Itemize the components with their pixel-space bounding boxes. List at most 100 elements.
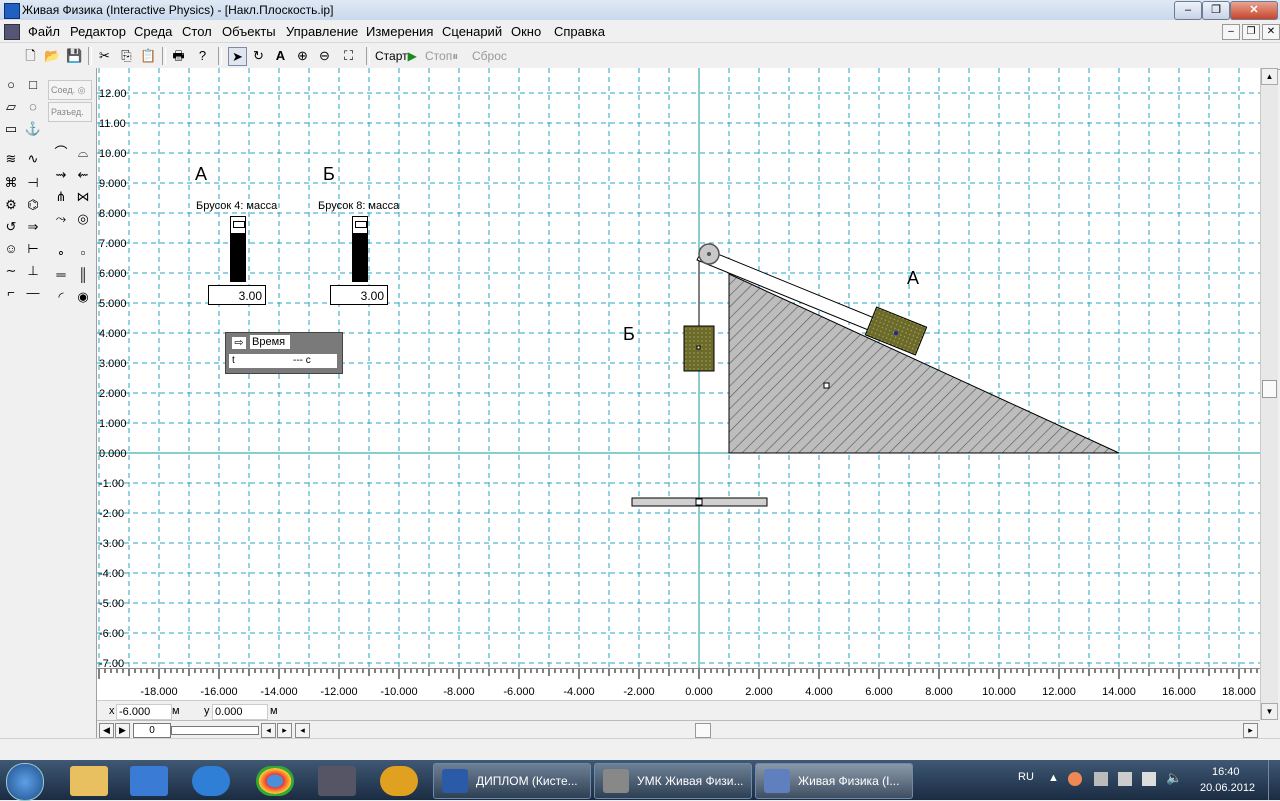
taskbar-button-umk[interactable]: УМК Живая Физи...	[594, 763, 752, 799]
horizontal-slot-icon[interactable]: ═	[52, 266, 70, 284]
torque-icon[interactable]: ↺	[2, 218, 20, 236]
rotate-icon[interactable]: ↻	[250, 47, 267, 64]
time-meter[interactable]: ⇨ Время t --- с	[225, 332, 343, 374]
simulation-workspace[interactable]: 12.00 11.00 10.00 9.000 8.000 7.000 6.000 5.000…	[97, 68, 1260, 668]
taskbar-button-live-physics[interactable]: Живая Физика (I...	[755, 763, 913, 799]
tray-expand-icon[interactable]: ▲	[1048, 772, 1059, 784]
app-icon[interactable]	[4, 3, 20, 19]
mdi-restore-button[interactable]: ❐	[1242, 24, 1260, 40]
vertical-slot-icon[interactable]: ║	[74, 266, 92, 284]
stop-button[interactable]: Стоп⏸	[425, 49, 458, 64]
taskbar-button-diploma[interactable]: ДИПЛОМ (Кисте...	[433, 763, 591, 799]
meter-a-bar[interactable]	[230, 216, 246, 282]
motor-curve-icon[interactable]: ⇜	[74, 166, 92, 184]
motor-icon[interactable]: ⌬	[24, 196, 42, 214]
meter-a-value[interactable]: 3.00	[208, 285, 266, 305]
help-icon[interactable]: ?	[194, 47, 211, 64]
media-player-icon[interactable]	[130, 766, 168, 796]
rectangle-tool-icon[interactable]: □	[24, 76, 42, 94]
text-tool-icon[interactable]: A	[272, 47, 289, 64]
join-button[interactable]: Соед. ◎	[48, 80, 92, 100]
circle-tool-icon[interactable]: ○	[2, 76, 20, 94]
save-icon[interactable]: 💾	[66, 47, 83, 64]
language-indicator[interactable]: RU	[1018, 771, 1034, 783]
fast-forward-icon[interactable]: ▸	[277, 723, 292, 738]
curved-slot-icon[interactable]: ⌐	[2, 284, 20, 302]
copy-icon[interactable]: ⎘	[118, 47, 135, 64]
paste-icon[interactable]: 📋	[140, 47, 157, 64]
joint-icon[interactable]: ⋈	[74, 188, 92, 206]
vertical-scrollbar[interactable]: ▲ ▼	[1260, 68, 1278, 720]
gear-icon[interactable]: ⚙	[2, 196, 20, 214]
scroll-left-icon[interactable]: ◂	[295, 723, 310, 738]
mdi-minimize-button[interactable]: –	[1222, 24, 1240, 40]
open-folder-icon[interactable]: 📂	[44, 47, 61, 64]
force-arrow-icon[interactable]: ⇒	[24, 218, 42, 236]
menu-window[interactable]: Окно	[511, 24, 541, 39]
app-triangle-icon[interactable]	[380, 766, 418, 796]
menu-file[interactable]: Файл	[28, 24, 60, 39]
tray-network-icon[interactable]	[1142, 772, 1156, 786]
point-icon[interactable]: ∘	[52, 244, 70, 262]
volume-icon[interactable]: 🔈	[1166, 770, 1182, 786]
arrow-right-icon[interactable]: ⇨	[232, 337, 246, 349]
target-icon[interactable]: ◉	[74, 288, 92, 306]
close-button[interactable]: ✕	[1230, 1, 1278, 20]
menu-script[interactable]: Сценарий	[442, 24, 502, 39]
meter-b-bar[interactable]	[352, 216, 368, 282]
square-tool-icon[interactable]: ▭	[2, 120, 20, 138]
timeline-slider[interactable]	[171, 726, 259, 735]
rotational-spring-icon[interactable]: ⌘	[2, 174, 20, 192]
start-button[interactable]: Старт▶	[375, 49, 417, 63]
pulley-tool-icon[interactable]: ⌓	[74, 144, 92, 162]
maximize-button[interactable]: ❐	[1202, 1, 1230, 20]
scanner-icon[interactable]	[318, 766, 356, 796]
menu-objects[interactable]: Объекты	[222, 24, 276, 39]
mdi-close-button[interactable]: ✕	[1262, 24, 1280, 40]
scroll-right-icon[interactable]: ▸	[1243, 723, 1258, 738]
meter-b-handle[interactable]	[355, 221, 367, 228]
new-file-icon[interactable]: 🗋	[22, 47, 39, 64]
zoom-fit-icon[interactable]: ⛶	[340, 47, 357, 64]
menu-table[interactable]: Стол	[182, 24, 212, 39]
rod-tool-icon[interactable]: ⤳	[52, 210, 70, 228]
spring-tool-icon[interactable]: ≋	[2, 150, 20, 168]
step-forward-icon[interactable]: ▶	[115, 723, 130, 738]
anchor-tool-icon[interactable]: ⚓	[24, 120, 42, 138]
rewind-icon[interactable]: ◂	[261, 723, 276, 738]
minimize-button[interactable]: –	[1174, 1, 1202, 20]
show-desktop-button[interactable]	[1268, 760, 1280, 800]
menu-measurements[interactable]: Измерения	[366, 24, 433, 39]
rope-tool-icon[interactable]: ⌒	[52, 144, 70, 162]
square-point-icon[interactable]: ▫	[74, 244, 92, 262]
actuator-icon[interactable]: ⇝	[52, 166, 70, 184]
zoom-out-icon[interactable]: ⊖	[316, 47, 333, 64]
slot-tool-icon[interactable]: ⊣	[24, 174, 42, 192]
zoom-in-icon[interactable]: ⊕	[294, 47, 311, 64]
arc-slot-icon[interactable]: ◜	[52, 288, 70, 306]
pointer-arrow-icon[interactable]: ➤	[228, 47, 247, 66]
menu-edit[interactable]: Редактор	[70, 24, 126, 39]
wave-icon[interactable]: ∼	[2, 262, 20, 280]
print-icon[interactable]: 🖶	[170, 47, 187, 64]
menu-environment[interactable]: Среда	[134, 24, 172, 39]
double-bar-icon[interactable]: ⊥	[24, 262, 42, 280]
horizontal-scroll-thumb[interactable]	[695, 723, 711, 738]
scroll-down-icon[interactable]: ▼	[1261, 703, 1278, 720]
damper-tool-icon[interactable]: ∿	[24, 150, 42, 168]
constraint-icon[interactable]: ⋔	[52, 188, 70, 206]
document-icon[interactable]	[4, 24, 20, 40]
menu-control[interactable]: Управление	[286, 24, 358, 39]
explorer-icon[interactable]	[70, 766, 108, 796]
ie-icon[interactable]	[192, 766, 230, 796]
polygon-tool-icon[interactable]: ▱	[2, 98, 20, 116]
y-coord-field[interactable]: 0.000	[212, 704, 268, 720]
tray-app-icon[interactable]	[1068, 772, 1082, 786]
slider-joint-icon[interactable]: ⊢	[24, 240, 42, 258]
step-back-icon[interactable]: ◀	[99, 723, 114, 738]
reset-button[interactable]: Сброс	[472, 49, 507, 63]
meter-a-handle[interactable]	[233, 221, 245, 228]
curve-tool-icon[interactable]: ◌	[24, 98, 42, 116]
menu-help[interactable]: Справка	[554, 24, 605, 39]
clock-time[interactable]: 16:40	[1212, 766, 1240, 778]
